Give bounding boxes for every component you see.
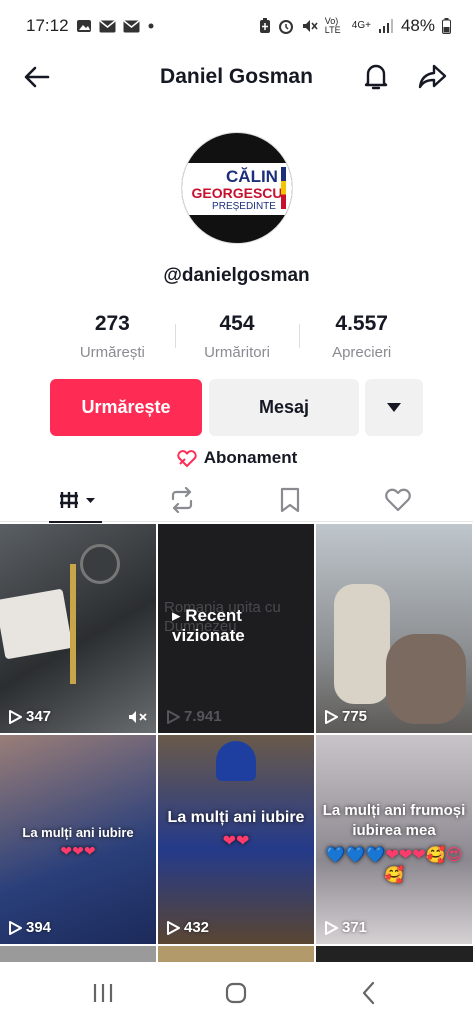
follow-button[interactable]: Urmărește bbox=[50, 379, 202, 436]
stat-label: Urmăritori bbox=[204, 344, 270, 361]
knob-shape bbox=[80, 544, 120, 584]
username: @danielgosman bbox=[163, 265, 310, 286]
heart-icon bbox=[385, 488, 411, 512]
more-options-button[interactable] bbox=[365, 379, 423, 436]
view-count: 394 bbox=[8, 919, 51, 936]
message-button[interactable]: Mesaj bbox=[209, 379, 359, 436]
battery-percent: 48% bbox=[400, 16, 435, 35]
videos-tab[interactable] bbox=[49, 478, 109, 523]
video-thumbnail[interactable]: Romania unita cu Dumnezeu ▸ Recent vizio… bbox=[158, 524, 314, 733]
reposts-tab[interactable] bbox=[152, 478, 212, 522]
alarm-icon bbox=[278, 20, 293, 34]
stat-label: Aprecieri bbox=[332, 344, 392, 361]
person-shape bbox=[334, 584, 390, 704]
video-emoji: 💙💙💙❤❤❤🥰😍🥰 bbox=[325, 847, 463, 884]
dot-icon bbox=[148, 23, 154, 29]
view-count-value: 371 bbox=[342, 919, 368, 936]
view-count: 432 bbox=[166, 919, 209, 936]
share-icon[interactable] bbox=[417, 60, 449, 92]
video-emoji: ❤❤❤ bbox=[60, 843, 96, 859]
mute-icon bbox=[302, 20, 318, 32]
person-shape bbox=[386, 634, 466, 724]
repost-icon bbox=[171, 487, 193, 513]
avatar-text-line1: CĂLIN bbox=[226, 167, 278, 186]
video-thumbnail[interactable]: La mulți ani frumoși iubirea mea 💙💙💙❤❤❤🥰… bbox=[316, 735, 472, 944]
play-icon bbox=[325, 709, 338, 724]
view-count-value: 394 bbox=[26, 919, 52, 936]
battery-saver-icon bbox=[259, 18, 270, 33]
page-title: Daniel Gosman bbox=[160, 65, 313, 88]
bookmark-icon bbox=[280, 487, 300, 513]
content-tabs bbox=[0, 478, 473, 523]
back-icon[interactable] bbox=[354, 978, 384, 1008]
recently-watched-text: Recent vizionate bbox=[172, 606, 245, 645]
clock: 17:12 bbox=[26, 16, 69, 35]
recently-watched-label: ▸ Recent vizionate bbox=[172, 606, 245, 645]
card-shape bbox=[0, 588, 73, 660]
video-thumbnail[interactable]: La mulți ani iubire ❤❤❤ 394 bbox=[0, 735, 156, 944]
avatar-text-line2: GEORGESCU bbox=[191, 185, 283, 201]
subscription-label: Abonament bbox=[203, 448, 298, 467]
view-count-value: 775 bbox=[342, 708, 368, 725]
stat-value: 454 bbox=[219, 312, 255, 335]
view-count-value: 432 bbox=[184, 919, 210, 936]
rosary-shape bbox=[70, 564, 76, 684]
stat-followers[interactable]: 454 Urmăritori bbox=[174, 312, 300, 368]
system-nav-bar bbox=[0, 962, 473, 1024]
play-icon bbox=[9, 920, 22, 935]
stat-value: 4.557 bbox=[335, 312, 388, 335]
mail-icon bbox=[99, 19, 116, 32]
flag-stripe bbox=[281, 167, 286, 209]
video-thumbnail[interactable]: 775 bbox=[316, 524, 472, 733]
stat-following[interactable]: 273 Urmărești bbox=[50, 312, 175, 368]
video-caption: La mulți ani iubire bbox=[167, 809, 305, 826]
battery-icon bbox=[442, 18, 451, 34]
video-thumbnail[interactable]: 347 bbox=[0, 524, 156, 733]
view-count: 7.941 bbox=[166, 708, 222, 725]
view-count: 775 bbox=[324, 708, 367, 725]
view-count-value: 7.941 bbox=[184, 708, 222, 725]
video-thumbnail[interactable]: La mulți ani iubire ❤❤ 432 bbox=[158, 735, 314, 944]
gallery-icon bbox=[76, 20, 91, 32]
hat-shape bbox=[216, 741, 256, 781]
video-emoji: ❤❤ bbox=[222, 833, 250, 850]
view-count: 347 bbox=[8, 708, 51, 725]
back-arrow-icon[interactable] bbox=[22, 62, 52, 92]
favorites-tab[interactable] bbox=[260, 478, 320, 522]
signal-icon bbox=[378, 19, 393, 33]
liked-tab[interactable] bbox=[368, 478, 428, 522]
caret-down-icon bbox=[387, 402, 401, 412]
bell-icon[interactable] bbox=[360, 60, 392, 92]
recent-apps-icon[interactable] bbox=[88, 978, 118, 1008]
stat-likes[interactable]: 4.557 Aprecieri bbox=[299, 312, 424, 368]
video-grid: 347 Romania unita cu Dumnezeu ▸ Recent v… bbox=[0, 524, 473, 944]
play-icon bbox=[167, 920, 180, 935]
avatar[interactable]: CĂLIN GEORGESCU PREȘEDINTE bbox=[181, 132, 293, 244]
stat-label: Urmărești bbox=[79, 344, 145, 361]
play-icon bbox=[325, 920, 338, 935]
subscription-icon bbox=[177, 450, 197, 468]
videos-grid-icon bbox=[60, 492, 95, 508]
subscription-link[interactable]: Abonament bbox=[0, 448, 473, 468]
video-caption: La mulți ani frumoși iubirea mea bbox=[322, 802, 466, 839]
next-row-preview bbox=[0, 946, 473, 962]
video-thumbnail[interactable] bbox=[316, 946, 473, 962]
home-icon[interactable] bbox=[221, 978, 251, 1008]
play-icon bbox=[9, 709, 22, 724]
view-count-value: 347 bbox=[26, 708, 52, 725]
header: Daniel Gosman bbox=[0, 52, 473, 104]
mail-icon bbox=[123, 19, 140, 32]
wifi-calling-icon: Vo) LTE bbox=[324, 16, 341, 35]
network-type: 4G+ bbox=[351, 20, 371, 31]
status-bar: 17:12 Vo) LTE 4G+ 48% bbox=[0, 0, 473, 52]
play-icon bbox=[167, 709, 180, 724]
stat-value: 273 bbox=[94, 312, 130, 335]
video-thumbnail[interactable] bbox=[158, 946, 314, 962]
muted-speaker-icon bbox=[129, 711, 147, 723]
view-count: 371 bbox=[324, 919, 367, 936]
video-thumbnail[interactable] bbox=[0, 946, 156, 962]
video-caption: La mulți ani iubire bbox=[22, 825, 134, 840]
avatar-text-line3: PREȘEDINTE bbox=[212, 201, 276, 212]
profile-stats: 273 Urmărești 454 Urmăritori 4.557 Aprec… bbox=[50, 312, 424, 368]
